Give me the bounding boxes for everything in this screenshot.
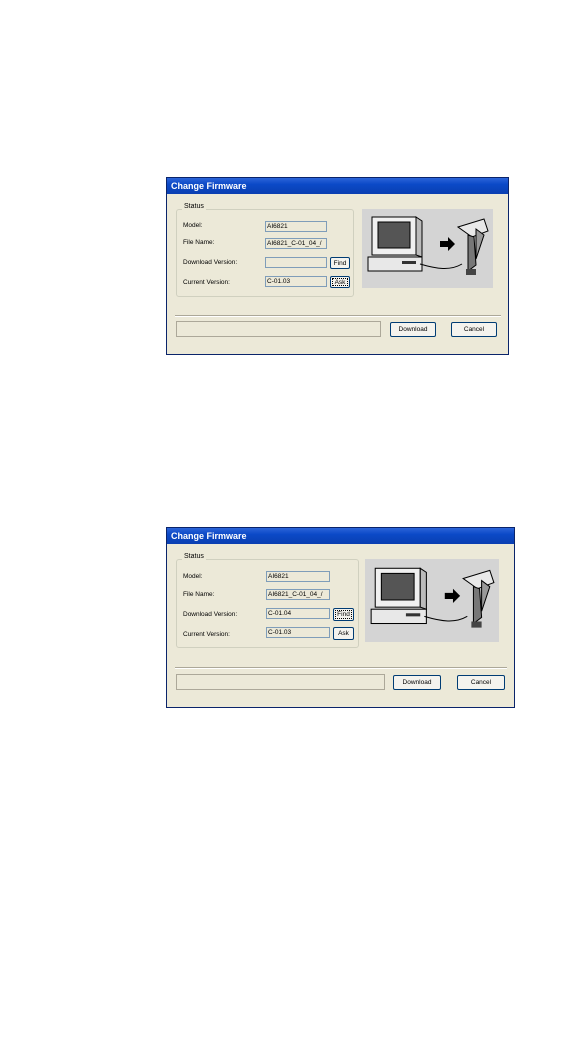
- filename-label: File Name:: [183, 239, 215, 246]
- download-version-label: Download Version:: [183, 611, 238, 618]
- dialog-title: Change Firmware: [167, 528, 514, 544]
- download-button[interactable]: Download: [393, 675, 441, 690]
- separator: [175, 315, 501, 317]
- filename-field[interactable]: AI6821_C-01_04_/: [266, 589, 330, 600]
- status-bar: [176, 674, 385, 690]
- filename-field[interactable]: AI6821_C-01_04_/: [265, 238, 327, 249]
- download-version-field[interactable]: [265, 257, 327, 268]
- model-label: Model:: [183, 573, 203, 580]
- status-group-label: Status: [182, 553, 206, 560]
- change-firmware-dialog-1: Change Firmware Status Model: AI6821 Fil…: [166, 177, 509, 355]
- computer-scanner-icon: [367, 216, 489, 275]
- status-group-label: Status: [182, 203, 206, 210]
- download-button[interactable]: Download: [390, 322, 436, 337]
- model-field[interactable]: AI6821: [266, 571, 330, 582]
- filename-label: File Name:: [183, 591, 215, 598]
- ask-button[interactable]: Ask: [333, 627, 354, 640]
- current-version-label: Current Version:: [183, 279, 230, 286]
- find-button[interactable]: Find: [333, 608, 354, 621]
- cancel-button[interactable]: Cancel: [451, 322, 497, 337]
- change-firmware-dialog-2: Change Firmware Status Model: AI6821 Fil…: [166, 527, 515, 708]
- status-group: Status Model: AI6821 File Name: AI6821_C…: [176, 553, 359, 648]
- current-version-label: Current Version:: [183, 631, 230, 638]
- cancel-button[interactable]: Cancel: [457, 675, 505, 690]
- computer-scanner-icon: [370, 567, 495, 628]
- model-field[interactable]: AI6821: [265, 221, 327, 232]
- status-bar: [176, 321, 381, 337]
- current-version-field[interactable]: C-01.03: [265, 276, 327, 287]
- illustration-panel: [365, 559, 499, 642]
- ask-button[interactable]: Ask: [330, 276, 350, 288]
- current-version-field[interactable]: C-01.03: [266, 627, 330, 638]
- download-version-field[interactable]: C-01.04: [266, 608, 330, 619]
- illustration-panel: [362, 209, 493, 288]
- download-version-label: Download Version:: [183, 259, 238, 266]
- find-button[interactable]: Find: [330, 257, 350, 269]
- status-group: Status Model: AI6821 File Name: AI6821_C…: [176, 203, 354, 297]
- separator: [175, 667, 507, 669]
- dialog-title: Change Firmware: [167, 178, 508, 194]
- model-label: Model:: [183, 222, 203, 229]
